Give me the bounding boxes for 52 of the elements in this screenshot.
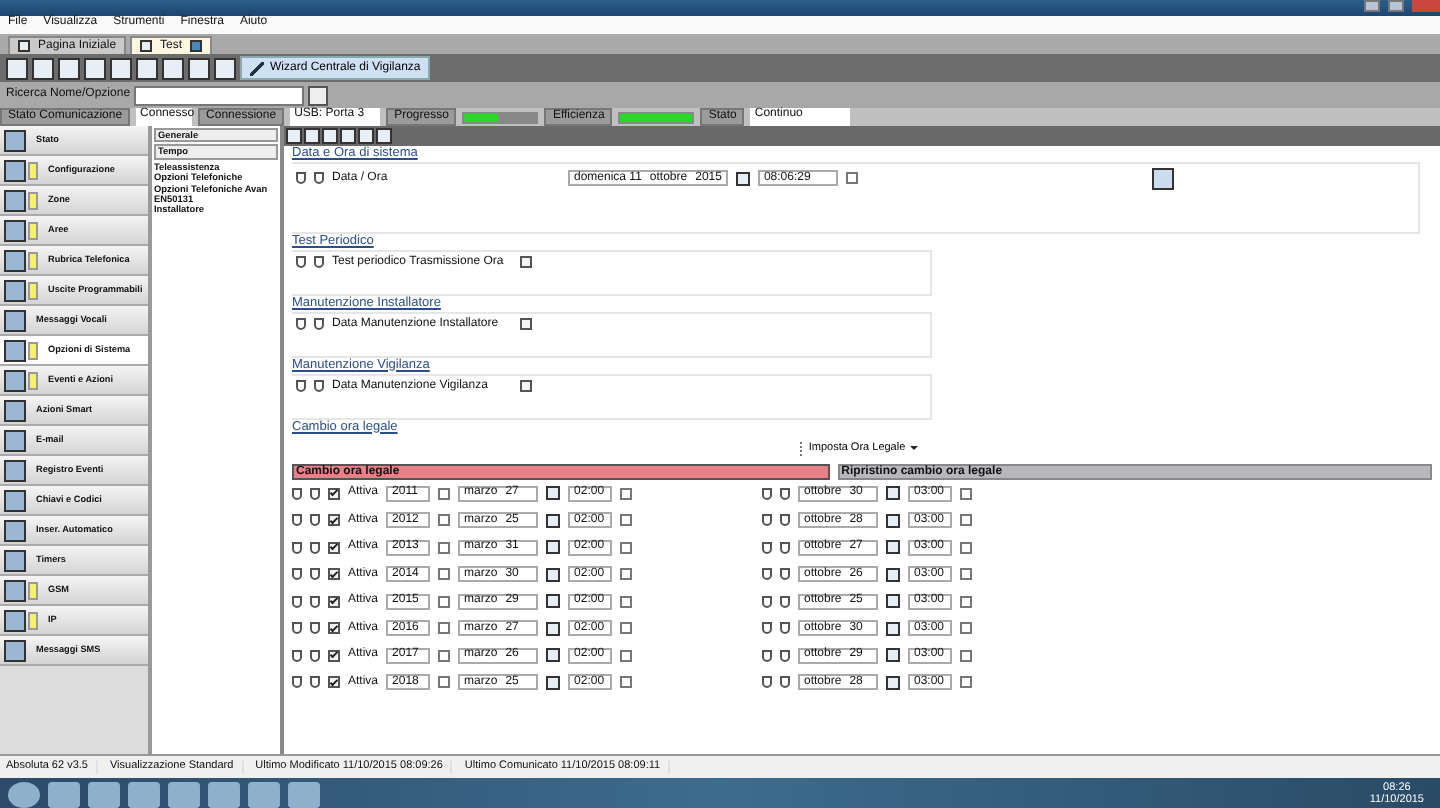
- module-icon: [4, 309, 26, 331]
- module-icon: [4, 639, 26, 661]
- search-field[interactable]: [134, 85, 305, 105]
- toolbar-icon[interactable]: [162, 57, 184, 79]
- checkbox[interactable]: [328, 541, 340, 554]
- module-icon: [4, 399, 26, 421]
- search-button[interactable]: [308, 85, 329, 105]
- checkbox[interactable]: [328, 487, 340, 500]
- module-icon: [4, 429, 26, 451]
- toolbar-icon[interactable]: [84, 57, 106, 79]
- taskbar-icon[interactable]: [248, 781, 280, 807]
- module-icon: [4, 459, 26, 481]
- taskbar-icon[interactable]: [128, 781, 160, 807]
- module-icon: [4, 609, 26, 631]
- caret-icon: [909, 446, 918, 450]
- module-icon: [4, 339, 26, 361]
- checkbox[interactable]: [328, 676, 340, 689]
- toolbar-icon[interactable]: [110, 57, 132, 79]
- taskbar-icon[interactable]: [88, 781, 120, 807]
- minimize-button[interactable]: [1364, 0, 1380, 12]
- module-icon: [4, 159, 26, 181]
- toolbar-icon[interactable]: [136, 57, 158, 79]
- toolbar-icon[interactable]: [214, 57, 236, 79]
- start-button[interactable]: [8, 781, 40, 807]
- checkbox[interactable]: [328, 622, 340, 635]
- module-icon: [4, 369, 26, 391]
- module-icon: [4, 519, 26, 541]
- checkbox[interactable]: [328, 568, 340, 581]
- taskbar-icon[interactable]: [48, 781, 80, 807]
- toolbar-icon[interactable]: [32, 57, 54, 79]
- module-icon: [4, 249, 26, 271]
- toolbar-icon[interactable]: [6, 57, 28, 79]
- toolbar-icon[interactable]: [188, 57, 210, 79]
- module-icon: [4, 279, 26, 301]
- taskbar-icon[interactable]: [288, 781, 320, 807]
- checkbox[interactable]: [328, 514, 340, 527]
- checkbox[interactable]: [328, 595, 340, 608]
- toolbar-icon[interactable]: [58, 57, 80, 79]
- module-icon: [4, 579, 26, 601]
- taskbar-icon[interactable]: [168, 781, 200, 807]
- checkbox[interactable]: [520, 256, 532, 269]
- module-icon: [4, 219, 26, 241]
- checkbox[interactable]: [520, 318, 532, 331]
- checkbox[interactable]: [520, 380, 532, 392]
- maximize-button[interactable]: [1388, 0, 1404, 12]
- module-icon: [4, 189, 26, 211]
- wand-icon: [250, 61, 264, 75]
- taskbar-icon[interactable]: [208, 781, 240, 807]
- module-icon: [4, 489, 26, 511]
- module-icon: [4, 129, 26, 151]
- module-icon: [4, 549, 26, 571]
- checkbox[interactable]: [328, 649, 340, 662]
